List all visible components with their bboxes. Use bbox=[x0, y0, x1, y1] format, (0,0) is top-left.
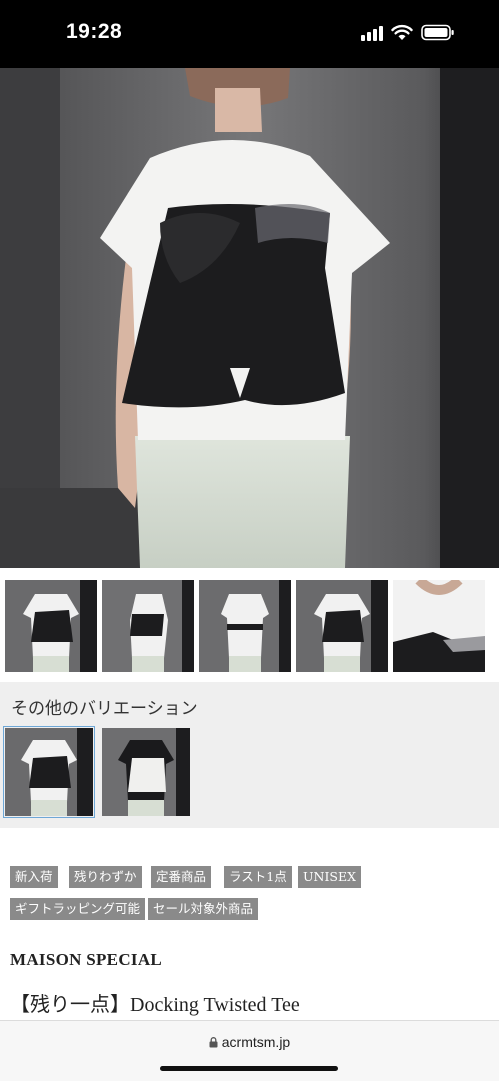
variation-thumbnail-1[interactable] bbox=[3, 726, 95, 818]
brand-name[interactable]: MAISON SPECIAL bbox=[10, 950, 162, 970]
variation-thumbnail-2[interactable] bbox=[102, 728, 190, 816]
wifi-icon bbox=[391, 24, 413, 40]
variations-section: その他のバリエーション bbox=[0, 682, 499, 828]
variations-title: その他のバリエーション bbox=[11, 699, 198, 719]
thumbnail-5[interactable] bbox=[393, 580, 485, 672]
main-product-image[interactable] bbox=[0, 68, 499, 568]
tag-standard[interactable]: 定番商品 bbox=[151, 866, 212, 888]
tag-last-one[interactable]: ラスト1点 bbox=[224, 866, 292, 888]
lock-icon bbox=[209, 1037, 218, 1048]
thumbnail-2[interactable] bbox=[102, 580, 194, 672]
thumbnail-4[interactable] bbox=[296, 580, 388, 672]
product-title: 【残り一点】Docking Twisted Tee bbox=[10, 994, 300, 1016]
thumbnail-1[interactable] bbox=[5, 580, 97, 672]
url-domain: acrmtsm.jp bbox=[221, 1034, 291, 1050]
tag-sale-excluded[interactable]: セール対象外商品 bbox=[148, 898, 259, 920]
status-icons bbox=[361, 24, 455, 41]
tag-unisex[interactable]: UNISEX bbox=[298, 866, 361, 888]
cellular-signal-icon bbox=[361, 25, 383, 41]
browser-url-bar[interactable]: acrmtsm.jp bbox=[0, 1020, 499, 1081]
tag-new-arrival[interactable]: 新入荷 bbox=[10, 866, 58, 888]
url-display[interactable]: acrmtsm.jp bbox=[0, 1034, 499, 1050]
tag-gift-wrapping[interactable]: ギフトラッピング可能 bbox=[10, 898, 146, 920]
product-photo bbox=[0, 68, 499, 568]
home-indicator bbox=[160, 1066, 338, 1071]
battery-icon bbox=[421, 24, 454, 41]
status-time: 19:28 bbox=[66, 20, 123, 43]
status-bar: 19:28 bbox=[0, 0, 499, 68]
tag-few-left[interactable]: 残りわずか bbox=[69, 866, 142, 888]
thumbnail-strip bbox=[0, 568, 499, 683]
thumbnail-3[interactable] bbox=[199, 580, 291, 672]
